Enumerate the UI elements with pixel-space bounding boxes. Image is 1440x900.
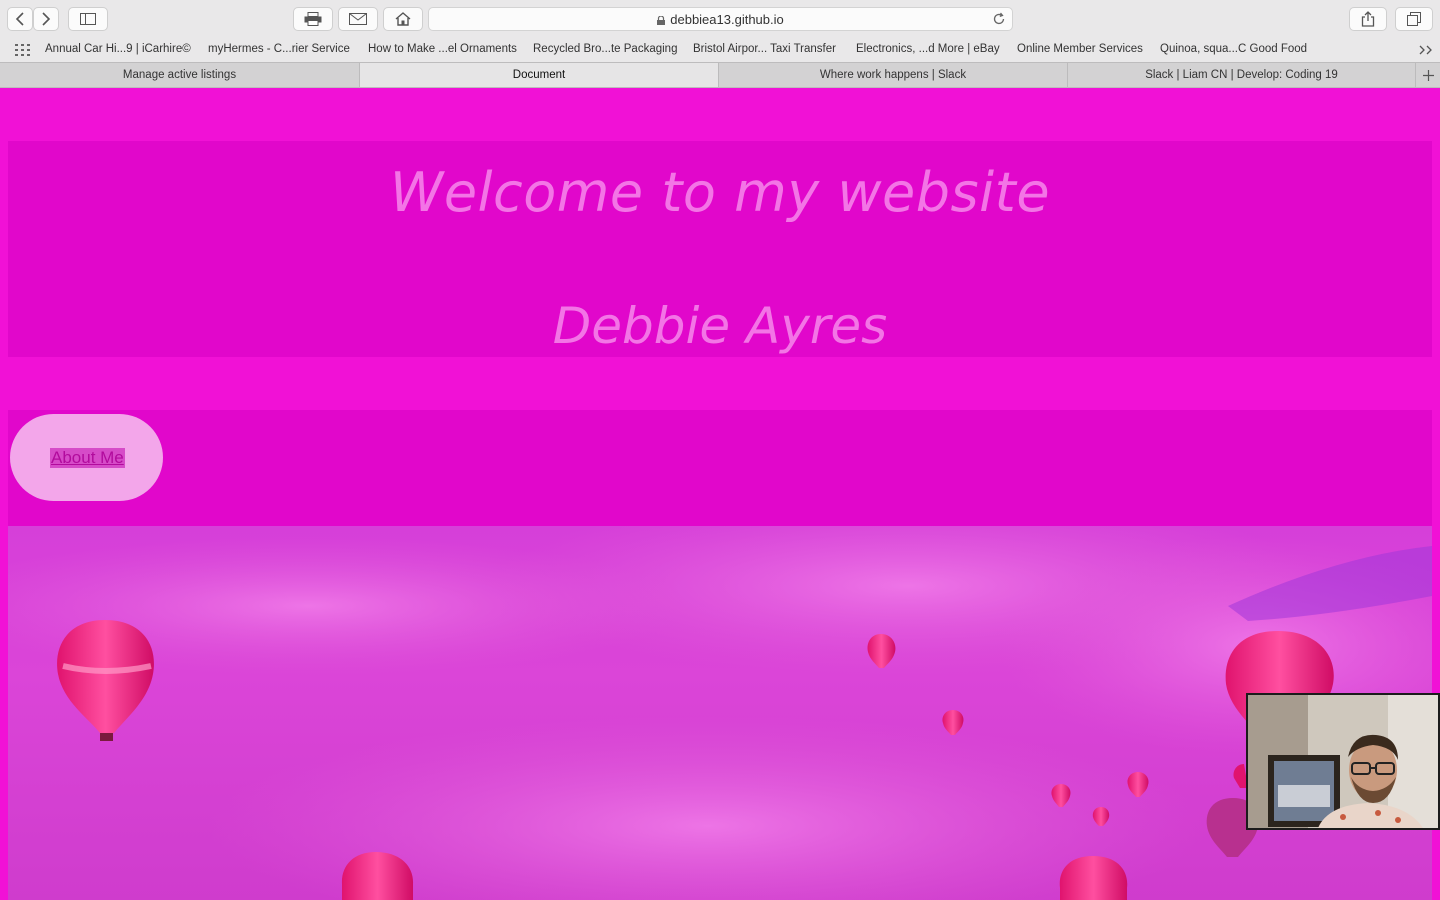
tab-overview-button[interactable] [1395, 7, 1433, 31]
home-button[interactable] [383, 7, 423, 31]
tab-bar: Manage active listings Document Where wo… [0, 62, 1440, 88]
share-button[interactable] [1349, 7, 1387, 31]
chevron-left-icon [15, 12, 24, 26]
home-icon [395, 12, 411, 26]
bookmark-item[interactable]: Electronics, ...d More | eBay [856, 43, 1000, 55]
bookmarks-bar: Annual Car Hi...9 | iCarhire© myHermes -… [0, 38, 1440, 62]
bookmark-item[interactable]: Recycled Bro...te Packaging [533, 43, 677, 55]
tab-manage-listings[interactable]: Manage active listings [0, 63, 360, 87]
chevron-right-icon [42, 12, 51, 26]
share-icon [1361, 11, 1375, 27]
browser-toolbar: debbiea13.github.io [0, 0, 1440, 38]
webcam-person-image [1248, 695, 1438, 828]
tab-label: Where work happens | Slack [819, 69, 967, 81]
bookmark-item[interactable]: myHermes - C...rier Service [208, 43, 350, 55]
grid-icon[interactable] [15, 44, 30, 56]
tab-slack-work[interactable]: Where work happens | Slack [719, 63, 1068, 87]
printer-icon [304, 12, 322, 26]
webcam-preview[interactable] [1246, 693, 1440, 830]
lock-icon [657, 15, 666, 25]
print-button[interactable] [293, 7, 333, 31]
tab-label: Slack | Liam CN | Develop: Coding 19 [1145, 69, 1338, 81]
reload-icon[interactable] [992, 12, 1006, 26]
sidebar-button[interactable] [68, 7, 108, 31]
about-me-link[interactable]: About Me [50, 447, 125, 468]
welcome-heading: Welcome to my website [389, 161, 1051, 224]
about-me-button[interactable]: About Me [10, 414, 163, 501]
envelope-icon [349, 13, 367, 25]
tab-label: Document [512, 69, 566, 81]
new-tab-button[interactable] [1416, 63, 1440, 87]
tab-label: Manage active listings [122, 69, 237, 81]
tab-slack-liam[interactable]: Slack | Liam CN | Develop: Coding 19 [1068, 63, 1416, 87]
address-bar[interactable]: debbiea13.github.io [428, 7, 1013, 31]
hero-image [8, 526, 1432, 900]
plus-icon [1422, 69, 1434, 81]
forward-button[interactable] [33, 7, 59, 31]
balloons-sky-illustration [8, 526, 1432, 900]
sidebar-icon [80, 13, 96, 25]
header-section: Welcome to my website Debbie Ayres [8, 141, 1432, 357]
balloon-shape [57, 620, 154, 741]
tab-document[interactable]: Document [360, 63, 719, 87]
name-heading: Debbie Ayres [552, 297, 888, 355]
bookmark-item[interactable]: How to Make ...el Ornaments [368, 43, 517, 55]
bookmark-item[interactable]: Annual Car Hi...9 | iCarhire© [45, 43, 191, 55]
back-button[interactable] [7, 7, 33, 31]
bookmark-item[interactable]: Quinoa, squa...C Good Food [1160, 43, 1307, 55]
bookmark-item[interactable]: Bristol Airpor... Taxi Transfer [693, 43, 836, 55]
nav-section: About Me [8, 410, 1432, 526]
bookmark-item[interactable]: Online Member Services [1017, 43, 1143, 55]
mail-button[interactable] [338, 7, 378, 31]
tabs-icon [1407, 12, 1421, 26]
more-bookmarks-icon[interactable] [1419, 45, 1433, 55]
page-content: Welcome to my website Debbie Ayres About… [0, 88, 1440, 900]
url-text: debbiea13.github.io [670, 11, 784, 27]
